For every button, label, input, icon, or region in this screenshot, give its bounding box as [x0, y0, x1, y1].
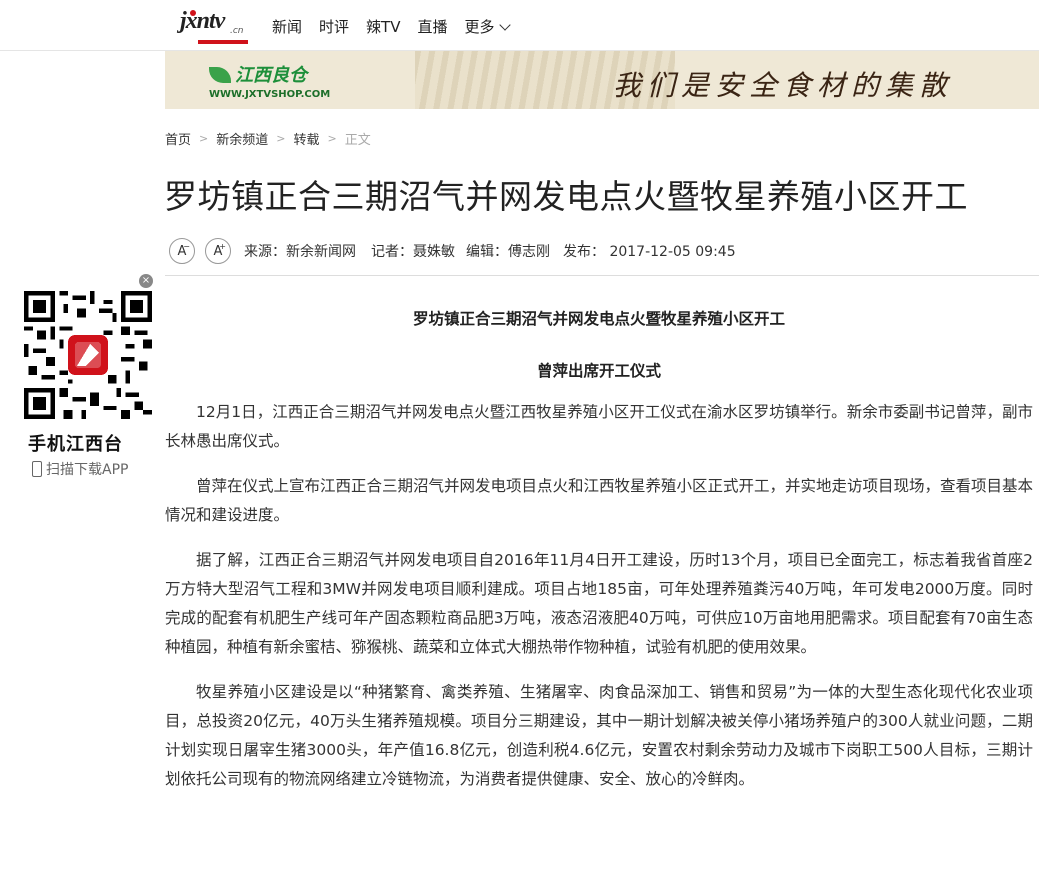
font-increase-button[interactable]: A +	[205, 238, 231, 264]
qr-subtitle: 扫描下载APP	[32, 459, 128, 479]
breadcrumb: 首页 > 新余频道 > 转载 > 正文	[165, 129, 371, 148]
nav-item-commentary[interactable]: 时评	[319, 16, 349, 37]
article-subheading: 曾萍出席开工仪式	[536, 362, 661, 380]
plus-icon: +	[219, 242, 226, 251]
nav-item-live[interactable]: 直播	[417, 16, 447, 37]
app-qr-panel: × 手机江西台 扫描下载APP	[22, 274, 157, 485]
breadcrumb-xinyu-channel[interactable]: 新余频道	[216, 129, 268, 148]
close-icon[interactable]: ×	[139, 274, 153, 288]
article-meta: A − A + 来源：新余新闻网 记者：聂姝敏 编辑：傅志刚 发布： 2017-12…	[169, 237, 748, 265]
nav-item-news[interactable]: 新闻	[272, 16, 302, 37]
banner-brand-text: 江西良仓	[235, 65, 307, 86]
banner-slogan: 我们是安全食材的集散	[613, 69, 954, 102]
top-navigation-bar: jxntv .cn 新闻 时评 辣TV 直播 更多	[0, 0, 1039, 51]
breadcrumb-current: 正文	[344, 133, 371, 148]
qr-code-graphic	[24, 291, 152, 419]
logo-text: jxntv	[180, 8, 225, 34]
article-published: 发布： 2017-12-05 09:45	[563, 244, 736, 260]
phone-icon	[32, 461, 42, 477]
breadcrumb-repost[interactable]: 转载	[293, 129, 319, 148]
site-logo[interactable]: jxntv .cn	[180, 8, 250, 44]
qr-code-image	[24, 291, 152, 419]
qr-title: 手机江西台	[28, 434, 123, 455]
article-heading: 罗坊镇正合三期沼气并网发电点火暨牧星养殖小区开工	[412, 310, 785, 328]
article-source: 来源：新余新闻网	[244, 244, 356, 260]
chevron-down-icon	[498, 18, 511, 31]
minus-icon: −	[183, 242, 190, 251]
nav-more-label: 更多	[464, 18, 495, 36]
leaf-icon	[209, 67, 231, 83]
article-paragraph: 据了解，江西正合三期沼气并网发电项目自2016年11月4日开工建设，历时13个月…	[165, 551, 1033, 656]
chevron-right-icon: >	[276, 132, 286, 145]
chevron-right-icon: >	[199, 132, 209, 145]
article-reporter: 记者：聂姝敏	[371, 244, 455, 260]
qr-subtitle-text: 扫描下载APP	[46, 462, 129, 478]
article-body: 罗坊镇正合三期沼气并网发电点火暨牧星养殖小区开工 曾萍出席开工仪式 12月1日，…	[165, 305, 1033, 794]
nav-more-dropdown[interactable]: 更多	[464, 16, 511, 37]
logo-underline	[198, 40, 248, 44]
meta-divider	[165, 275, 1039, 276]
logo-suffix: .cn	[230, 26, 244, 36]
nav-item-latv[interactable]: 辣TV	[366, 16, 400, 37]
font-decrease-button[interactable]: A −	[169, 238, 195, 264]
banner-brand: 江西良仓	[209, 61, 307, 87]
ad-banner[interactable]: 江西良仓 WWW.JXTVSHOP.COM 我们是安全食材的集散	[165, 51, 1039, 109]
page-title: 罗坊镇正合三期沼气并网发电点火暨牧星养殖小区开工	[164, 177, 968, 216]
chevron-right-icon: >	[327, 132, 337, 145]
article-editor: 编辑：傅志刚	[466, 244, 550, 260]
article-paragraph: 曾萍在仪式上宣布江西正合三期沼气并网发电项目点火和江西牧星养殖小区正式开工，并实…	[165, 477, 1034, 524]
breadcrumb-home[interactable]: 首页	[165, 129, 191, 148]
article-paragraph: 12月1日，江西正合三期沼气并网发电点火暨江西牧星养殖小区开工仪式在渝水区罗坊镇…	[165, 403, 1033, 450]
article-paragraph: 牧星养殖小区建设是以“种猪繁育、禽类养殖、生猪屠宰、肉食品深加工、销售和贸易”为…	[165, 683, 1033, 788]
main-nav: 新闻 时评 辣TV 直播 更多	[272, 16, 526, 37]
banner-url: WWW.JXTVSHOP.COM	[209, 89, 331, 100]
